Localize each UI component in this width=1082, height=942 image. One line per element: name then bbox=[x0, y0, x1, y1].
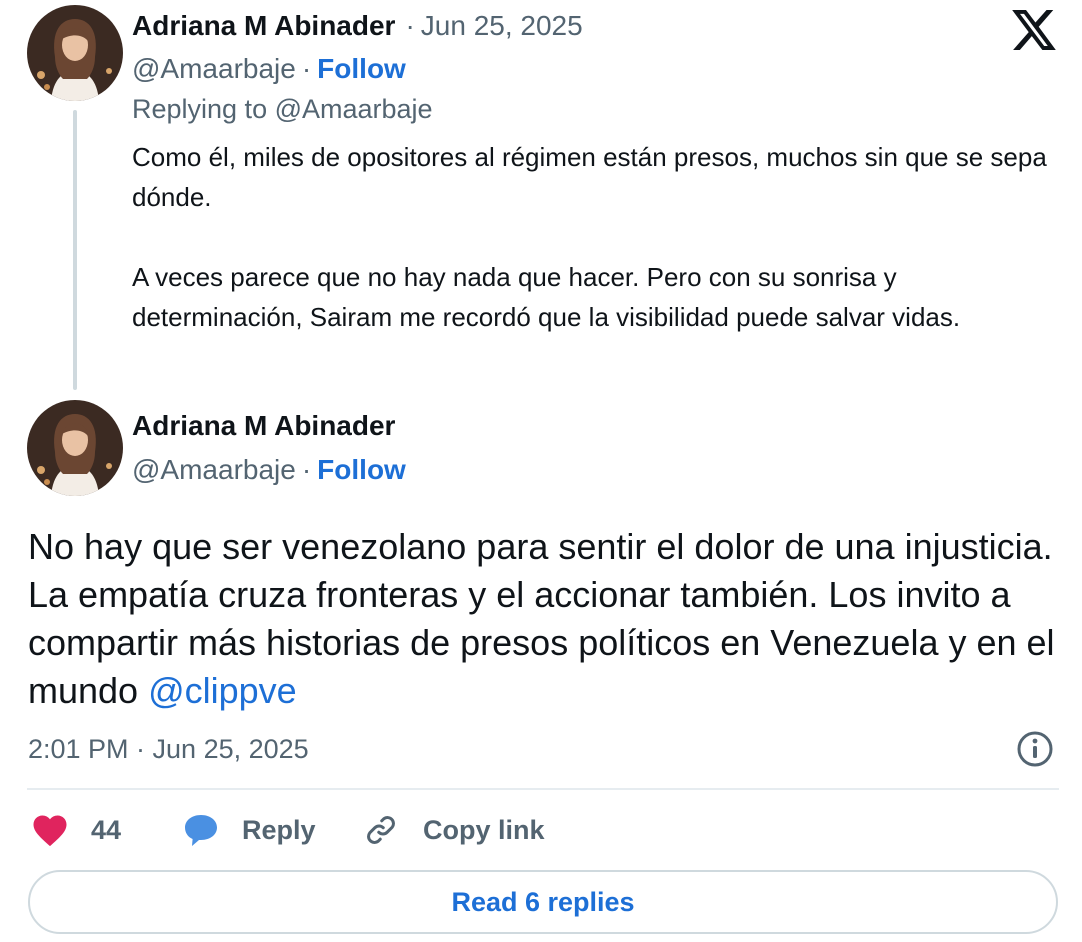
info-icon[interactable] bbox=[1016, 730, 1054, 768]
main-follow-button[interactable]: Follow bbox=[317, 454, 406, 486]
tweet-text: No hay que ser venezolano para sentir el… bbox=[28, 523, 1068, 715]
avatar[interactable] bbox=[27, 5, 123, 101]
main-author-name[interactable]: Adriana M Abinader bbox=[132, 410, 395, 442]
mention-link[interactable]: @clippve bbox=[148, 670, 297, 711]
like-count: 44 bbox=[91, 814, 122, 845]
link-icon bbox=[367, 816, 395, 844]
thread-line bbox=[73, 110, 77, 390]
reply-paragraph: Como él, miles de opositores al régimen … bbox=[132, 142, 1047, 212]
read-replies-button[interactable]: Read 6 replies bbox=[28, 870, 1058, 934]
avatar-image bbox=[27, 400, 123, 496]
replying-to: Replying to @Amaarbaje bbox=[132, 94, 433, 124]
read-replies-label: Read 6 replies bbox=[451, 886, 635, 917]
tweet-timestamp[interactable]: 2:01 PM · Jun 25, 2025 bbox=[28, 731, 309, 767]
avatar-image bbox=[27, 5, 123, 101]
copy-link-button[interactable]: Copy link bbox=[363, 810, 545, 850]
like-button[interactable]: 44 bbox=[32, 810, 121, 850]
divider bbox=[27, 788, 1059, 790]
separator-dot: · bbox=[301, 53, 312, 84]
reply-date[interactable]: Jun 25, 2025 bbox=[421, 10, 583, 42]
avatar[interactable] bbox=[27, 400, 123, 496]
reply-handle[interactable]: @Amaarbaje bbox=[132, 53, 296, 85]
reply-body: Como él, miles de opositores al régimen … bbox=[132, 137, 1052, 337]
x-logo-icon[interactable] bbox=[1012, 10, 1056, 50]
speech-bubble-icon bbox=[185, 815, 217, 846]
reply-author-name[interactable]: Adriana M Abinader bbox=[132, 10, 395, 42]
reply-follow-button[interactable]: Follow bbox=[317, 53, 406, 85]
separator-dot: · bbox=[301, 454, 312, 485]
heart-icon bbox=[33, 815, 67, 846]
reply-button[interactable]: Reply bbox=[183, 810, 316, 850]
main-handle[interactable]: @Amaarbaje bbox=[132, 454, 296, 486]
separator-dot: · bbox=[405, 10, 415, 41]
reply-paragraph: A veces parece que no hay nada que hacer… bbox=[132, 262, 961, 332]
reply-label: Reply bbox=[242, 814, 316, 845]
copy-link-label: Copy link bbox=[423, 814, 545, 845]
